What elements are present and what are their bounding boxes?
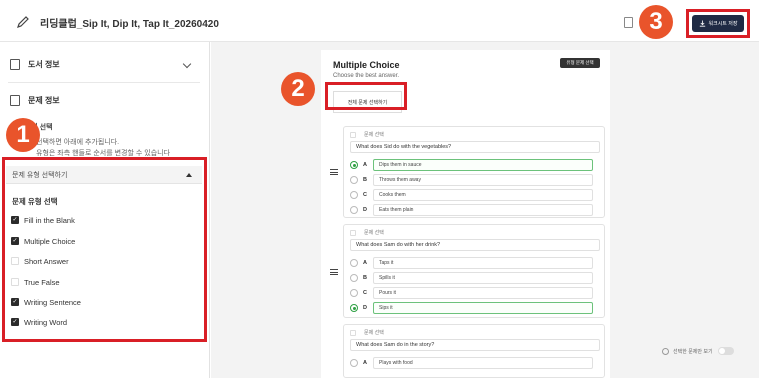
answer-text[interactable]: Cooks them [373, 189, 593, 201]
radio-unselected[interactable] [350, 176, 358, 184]
radio-unselected[interactable] [350, 359, 358, 367]
question-select-label: 문제 선택 [364, 330, 384, 336]
annotation-box-1 [2, 157, 207, 342]
answer-text[interactable]: Eats them plain [373, 204, 593, 216]
pencil-icon[interactable] [16, 15, 30, 29]
answer-option[interactable]: A Taps it [350, 257, 593, 269]
question-checkbox[interactable] [350, 329, 356, 336]
answer-text[interactable]: Spills it [373, 272, 593, 284]
answer-text[interactable]: Sips it [373, 302, 593, 314]
drag-handle-icon[interactable] [330, 169, 338, 175]
sidebar-item-book-info[interactable]: 도서 정보 [10, 50, 198, 78]
radio-unselected[interactable] [350, 274, 358, 282]
question-select-label: 문제 선택 [364, 230, 384, 236]
answer-letter: A [363, 162, 367, 168]
section-title: Multiple Choice [333, 60, 400, 70]
answer-text[interactable]: Throws them away [373, 174, 593, 186]
file-icon[interactable] [624, 17, 633, 28]
drag-handle-icon[interactable] [330, 269, 338, 275]
document-icon [10, 94, 20, 106]
question-text[interactable]: What does Sid do with the vegetables? [350, 141, 600, 153]
answer-option[interactable]: C Cooks them [350, 189, 593, 201]
question-text[interactable]: What does Sam do in the story? [350, 339, 600, 351]
answer-letter: B [363, 177, 367, 183]
radio-unselected[interactable] [350, 191, 358, 199]
radio-selected[interactable] [350, 304, 358, 312]
answer-option[interactable]: D Sips it [350, 302, 593, 314]
answer-letter: A [363, 260, 367, 266]
annotation-box-2 [325, 82, 407, 110]
radio-unselected[interactable] [350, 289, 358, 297]
question-checkbox[interactable] [350, 229, 356, 236]
annotation-badge-1: 1 [6, 118, 40, 152]
answer-option[interactable]: B Spills it [350, 272, 593, 284]
sidebar-divider [8, 82, 200, 83]
sidebar-item-question-info[interactable]: 문제 정보 [10, 86, 198, 114]
answer-text[interactable]: Pours it [373, 287, 593, 299]
show-selected-toggle[interactable]: 선택한 문제만 보기 [662, 347, 734, 355]
document-title[interactable]: 리딩클럽_Sip It, Dip It, Tap It_20260420 [40, 15, 219, 30]
answer-text[interactable]: Taps it [373, 257, 593, 269]
check-circle-icon [662, 347, 669, 355]
chevron-down-icon [182, 59, 192, 69]
book-icon [10, 58, 20, 70]
radio-unselected[interactable] [350, 206, 358, 214]
question-select-label: 문제 선택 [364, 132, 384, 138]
question-text[interactable]: What does Sam do with her drink? [350, 239, 600, 251]
annotation-badge-2: 2 [281, 72, 315, 106]
answer-text[interactable]: Dips them in sauce [373, 159, 593, 171]
answer-option[interactable]: A Dips them in sauce [350, 159, 593, 171]
question-checkbox[interactable] [350, 131, 356, 138]
answer-option[interactable]: C Pours it [350, 287, 593, 299]
answer-letter: C [363, 192, 367, 198]
answer-letter: D [363, 207, 367, 213]
toggle-label: 선택한 문제만 보기 [673, 348, 713, 355]
book-info-label: 도서 정보 [28, 59, 60, 69]
question-select-row[interactable]: 문제 선택 [350, 329, 384, 336]
select-type-button[interactable]: 유형 문제 선택 [560, 58, 600, 68]
answer-letter: B [363, 275, 367, 281]
radio-selected[interactable] [350, 161, 358, 169]
question-card: 문제 선택 What does Sam do in the story? A P… [343, 324, 605, 378]
answer-option[interactable]: A Plays with food [350, 357, 593, 369]
question-select-row[interactable]: 문제 선택 [350, 229, 384, 236]
radio-unselected[interactable] [350, 259, 358, 267]
answer-text[interactable]: Plays with food [373, 357, 593, 369]
guide-text-1: 선택하면 아래에 추가됩니다. [36, 139, 120, 146]
answer-letter: C [363, 290, 367, 296]
answer-letter: D [363, 305, 367, 311]
answer-letter: A [363, 360, 367, 366]
question-info-label: 문제 정보 [28, 95, 60, 105]
annotation-box-3 [686, 9, 750, 38]
answer-option[interactable]: B Throws them away [350, 174, 593, 186]
section-subtitle: Choose the best answer. [333, 73, 400, 79]
toggle-switch[interactable] [717, 347, 734, 355]
annotation-badge-3: 3 [639, 5, 673, 39]
question-card: 문제 선택 What does Sam do with her drink? A… [330, 224, 605, 318]
answer-option[interactable]: D Eats them plain [350, 204, 593, 216]
question-select-row[interactable]: 문제 선택 [350, 131, 384, 138]
question-card: 문제 선택 What does Sid do with the vegetabl… [330, 126, 605, 218]
